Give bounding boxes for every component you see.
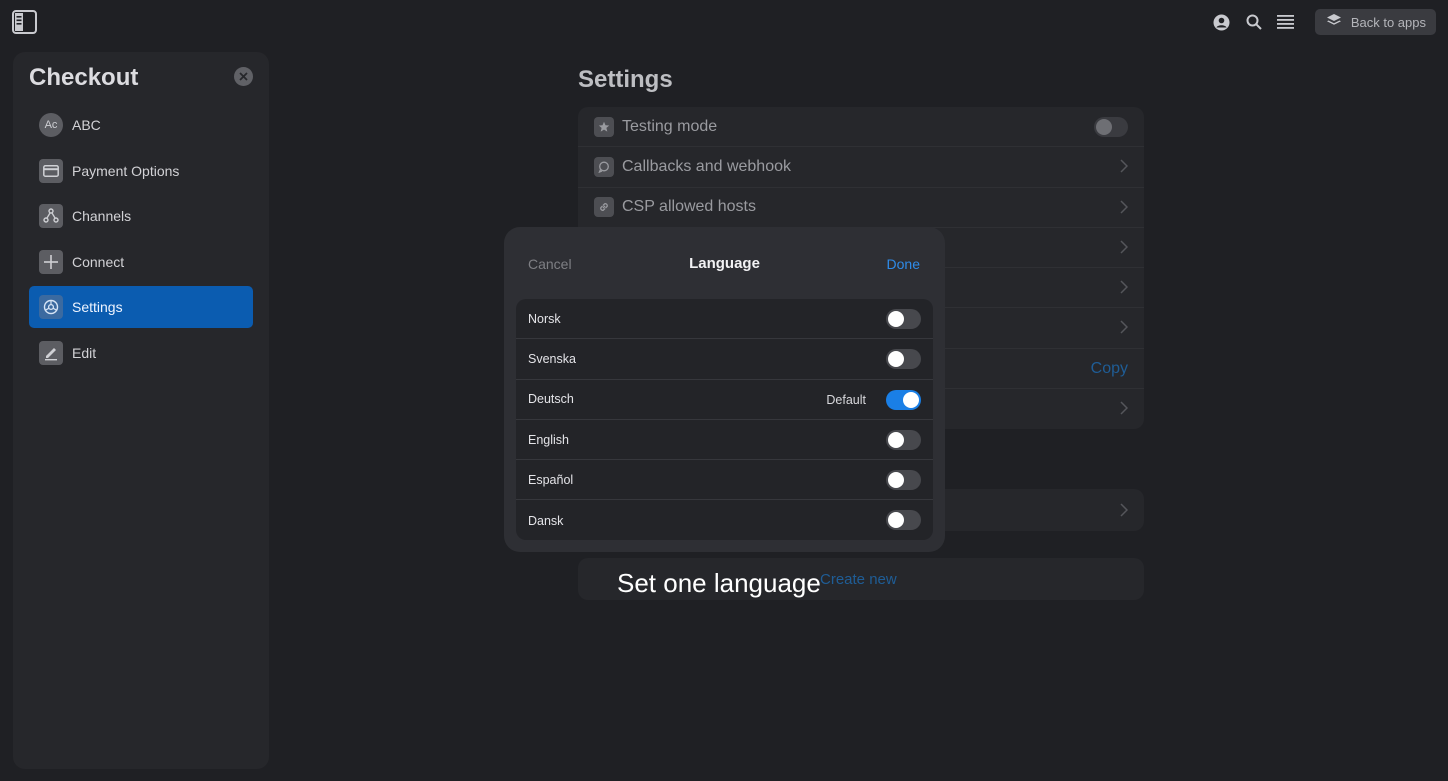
- sidebar-item-label: Settings: [72, 299, 123, 315]
- language-row-dansk[interactable]: Dansk: [516, 500, 933, 540]
- star-icon: [594, 116, 614, 137]
- language-label: Svenska: [528, 351, 576, 366]
- language-label: Español: [528, 472, 574, 487]
- sidebar-toggle-icon[interactable]: [12, 10, 37, 34]
- settings-row-callbacks[interactable]: Callbacks and webhook: [578, 147, 1144, 188]
- link-icon: [594, 197, 614, 218]
- settings-row-label: Testing mode: [622, 117, 718, 135]
- credit-card-icon: [39, 158, 63, 183]
- topbar-actions: Back to apps: [1213, 9, 1436, 35]
- chevron-right-icon: [1120, 280, 1129, 299]
- language-row-espanol[interactable]: Español: [516, 460, 933, 501]
- sidebar-item-edit[interactable]: Edit: [29, 332, 253, 374]
- page-title: Settings: [578, 66, 673, 93]
- close-icon: [239, 72, 248, 81]
- sidebar-item-channels[interactable]: Channels: [29, 195, 253, 237]
- language-row-norsk[interactable]: Norsk: [516, 299, 933, 340]
- chevron-right-icon: [1120, 401, 1129, 420]
- language-label: Norsk: [528, 311, 561, 326]
- sidebar-title: Checkout: [29, 64, 139, 91]
- language-modal: Cancel Language Done Norsk Svenska Deuts…: [504, 227, 945, 552]
- sidebar-item-abc[interactable]: Ac ABC: [29, 104, 253, 146]
- sidebar-item-label: Payment Options: [72, 162, 180, 179]
- sidebar-item-label: ABC: [72, 117, 101, 133]
- settings-row-label: Callbacks and webhook: [622, 157, 791, 175]
- language-toggle[interactable]: [886, 349, 921, 370]
- chevron-right-icon: [1120, 200, 1129, 219]
- account-icon[interactable]: [1213, 13, 1231, 31]
- settings-row-csp[interactable]: CSP allowed hosts: [578, 188, 1144, 228]
- language-toggle[interactable]: [886, 510, 921, 531]
- language-toggle[interactable]: [886, 429, 921, 450]
- sidebar-item-settings[interactable]: Settings: [29, 286, 253, 328]
- language-toggle[interactable]: [886, 389, 921, 410]
- language-label: Dansk: [528, 513, 564, 528]
- edit-icon: [39, 340, 63, 365]
- testing-mode-toggle[interactable]: [1094, 117, 1128, 137]
- modal-title: Language: [689, 255, 760, 272]
- caption-text: Set one language: [617, 568, 821, 598]
- language-label: Deutsch: [528, 392, 574, 407]
- back-to-apps-button[interactable]: Back to apps: [1314, 9, 1436, 35]
- language-toggle[interactable]: [886, 309, 921, 329]
- sidebar-item-payment-options[interactable]: Payment Options: [29, 150, 253, 192]
- language-list: Norsk Svenska Deutsch Default English Es…: [516, 299, 933, 540]
- language-label: English: [528, 432, 569, 447]
- language-toggle[interactable]: [886, 470, 921, 491]
- layers-icon: [1326, 14, 1341, 30]
- create-new-button[interactable]: Create new: [820, 571, 897, 588]
- chevron-right-icon: [1120, 159, 1129, 178]
- settings-row-label: CSP allowed hosts: [622, 198, 756, 216]
- copy-button[interactable]: Copy: [1091, 360, 1128, 378]
- settings-row-testing-mode[interactable]: Testing mode: [578, 107, 1144, 148]
- menu-icon[interactable]: [1277, 13, 1295, 31]
- sidebar-item-connect[interactable]: Connect: [29, 241, 253, 283]
- language-row-english[interactable]: English: [516, 420, 933, 461]
- close-sidebar-button[interactable]: [234, 67, 253, 86]
- search-icon[interactable]: [1245, 13, 1263, 31]
- app-page: Back to apps Checkout Ac ABC Payment Opt…: [0, 0, 1448, 781]
- sidebar-nav: Ac ABC Payment Options Channels Connect: [29, 104, 253, 377]
- default-badge: Default: [826, 392, 866, 407]
- chevron-right-icon: [1120, 240, 1129, 259]
- sidebar: Checkout Ac ABC Payment Options Channels…: [13, 52, 269, 769]
- sidebar-item-label: Connect: [72, 253, 125, 270]
- language-row-deutsch[interactable]: Deutsch Default: [516, 380, 933, 420]
- done-button[interactable]: Done: [887, 256, 920, 272]
- plus-icon: [39, 249, 63, 274]
- settings-icon: [39, 295, 63, 319]
- sidebar-item-label: Channels: [72, 208, 132, 224]
- chevron-right-icon: [1120, 503, 1129, 522]
- webhook-icon: [594, 156, 614, 177]
- avatar-icon: Ac: [39, 113, 63, 137]
- channels-icon: [39, 204, 63, 228]
- language-row-svenska[interactable]: Svenska: [516, 339, 933, 380]
- sidebar-item-label: Edit: [72, 344, 97, 361]
- back-to-apps-label: Back to apps: [1350, 14, 1426, 30]
- chevron-right-icon: [1120, 320, 1129, 339]
